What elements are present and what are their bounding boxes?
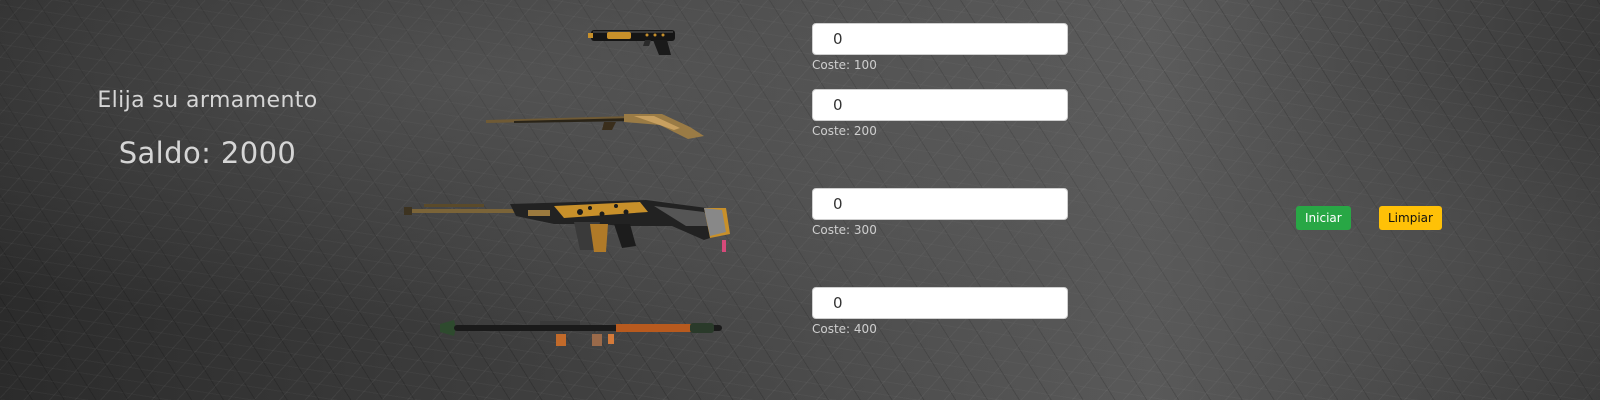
rocket-launcher-quantity-input[interactable] [812, 287, 1068, 319]
pistol-cost-label: Coste: 100 [812, 58, 877, 72]
rocket-launcher-cost-label: Coste: 400 [812, 322, 877, 336]
weapon-row-2: Coste: 200 [812, 89, 1068, 138]
rifle-icon [484, 108, 706, 142]
weapon-row-3: Coste: 300 [812, 188, 1068, 237]
weapon-row-4: Coste: 400 [812, 287, 1068, 336]
assault-rifle-cost-label: Coste: 300 [812, 223, 877, 237]
header-panel: Elija su armamento Saldo: 2000 [40, 88, 375, 170]
assault-rifle-icon [404, 196, 740, 266]
rifle-quantity-input[interactable] [812, 89, 1068, 121]
pistol-icon [587, 24, 683, 58]
start-button[interactable]: Iniciar [1296, 206, 1351, 230]
weapon-row-1: Coste: 100 [812, 23, 1068, 72]
assault-rifle-quantity-input[interactable] [812, 188, 1068, 220]
pistol-quantity-input[interactable] [812, 23, 1068, 55]
page-title: Elija su armamento [97, 88, 318, 113]
clear-button[interactable]: Limpiar [1379, 206, 1442, 230]
rifle-cost-label: Coste: 200 [812, 124, 877, 138]
balance-label: Saldo: 2000 [118, 136, 297, 170]
rocket-launcher-icon [440, 316, 722, 346]
